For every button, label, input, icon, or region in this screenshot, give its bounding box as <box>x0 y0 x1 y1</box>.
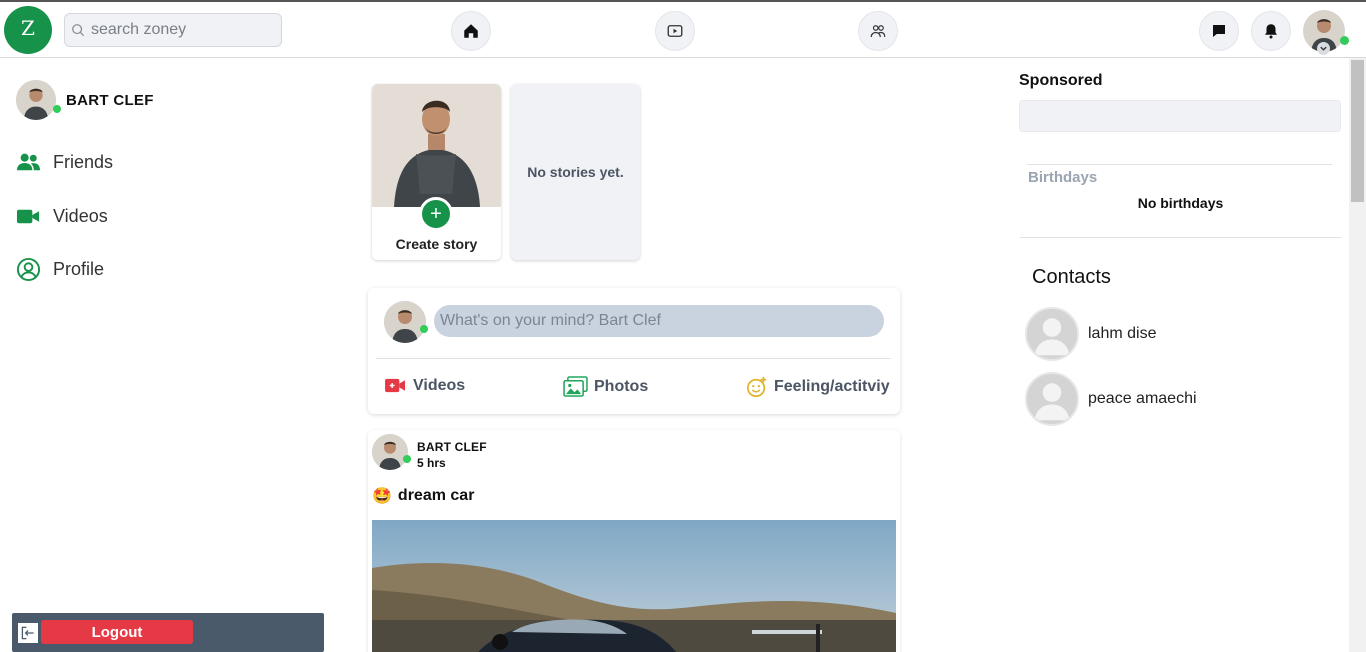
video-icon <box>667 25 683 37</box>
live-video-button[interactable]: Videos <box>384 376 465 395</box>
contact-name: lahm dise <box>1088 325 1157 342</box>
post-text: 🤩 dream car <box>372 486 474 506</box>
post-time: 5 hrs <box>417 456 446 470</box>
logout-button[interactable]: Logout <box>41 620 193 644</box>
sidebar-item-label: Videos <box>53 206 108 226</box>
story-photo <box>372 84 501 207</box>
car-photo <box>372 520 896 652</box>
create-story-label: Create story <box>395 236 478 252</box>
empty-stories-card: No stories yet. <box>511 84 640 260</box>
notifications-button[interactable] <box>1251 11 1291 51</box>
live-video-label: Videos <box>413 376 466 394</box>
live-video-icon <box>385 378 405 393</box>
logout-icon[interactable] <box>18 623 38 643</box>
man-sweater-photo <box>16 80 56 120</box>
create-story-card[interactable]: + Create story <box>372 84 501 260</box>
contacts-title: Contacts <box>1032 266 1111 288</box>
divider <box>376 358 891 359</box>
feeling-label: Feeling/actitviy <box>774 378 890 395</box>
sidebar-item-friends[interactable]: Friends <box>16 150 113 175</box>
sidebar-user-name: BART CLEF <box>66 91 154 109</box>
logout-bar: Logout <box>12 613 324 652</box>
messenger-icon <box>1213 25 1225 37</box>
photos-label: Photos <box>594 377 649 395</box>
sponsored-placeholder <box>1019 100 1341 132</box>
sidebar-item-videos[interactable]: Videos <box>16 204 108 229</box>
post-author[interactable]: BART CLEF <box>417 440 487 454</box>
feed-post: BART CLEF 5 hrs 🤩 dream car <box>368 430 900 652</box>
nav-home-button[interactable] <box>451 11 491 51</box>
online-indicator <box>403 455 411 463</box>
nav-groups-button[interactable] <box>858 11 898 51</box>
divider <box>1027 164 1332 165</box>
star-struck-emoji-icon: 🤩 <box>372 488 392 505</box>
contact-item[interactable]: peace amaechi <box>1025 372 1197 426</box>
online-indicator <box>1340 36 1349 45</box>
profile-icon <box>16 257 41 282</box>
zoney-logo[interactable]: Z <box>4 6 52 54</box>
sidebar-item-profile[interactable]: Profile <box>16 257 104 282</box>
avatar[interactable] <box>372 434 408 470</box>
birthdays-title: Birthdays <box>1028 169 1098 186</box>
post-composer: Videos Photos Feeling/actitviy <box>368 288 900 414</box>
avatar <box>384 301 426 343</box>
groups-icon <box>870 25 886 38</box>
no-birthdays-text: No birthdays <box>1137 195 1224 211</box>
search-box[interactable] <box>64 13 282 47</box>
search-icon <box>72 24 85 37</box>
friends-icon <box>16 153 41 171</box>
man-sweater-photo <box>372 84 501 207</box>
divider <box>1020 237 1341 238</box>
scrollbar-thumb[interactable] <box>1351 60 1364 202</box>
status-input[interactable] <box>434 305 884 337</box>
contact-item[interactable]: lahm dise <box>1025 307 1156 361</box>
post-caption: dream car <box>397 487 475 504</box>
sidebar-user[interactable]: BART CLEF <box>16 80 154 120</box>
contact-name: peace amaechi <box>1088 390 1197 407</box>
account-menu-chevron[interactable] <box>1317 42 1330 55</box>
video-camera-icon <box>16 209 40 224</box>
search-input[interactable] <box>91 21 271 39</box>
default-avatar-icon <box>1025 372 1079 426</box>
man-sweater-photo <box>372 434 408 470</box>
sidebar-item-label: Profile <box>53 259 105 279</box>
messenger-button[interactable] <box>1199 11 1239 51</box>
feeling-activity-button[interactable]: Feeling/actitviy <box>746 376 890 398</box>
man-sweater-photo <box>384 301 426 343</box>
page-scrollbar[interactable] <box>1349 58 1366 652</box>
post-image[interactable] <box>372 520 896 652</box>
default-avatar-icon <box>1025 307 1079 361</box>
online-indicator <box>53 105 61 113</box>
sidebar-item-label: Friends <box>53 152 114 172</box>
bell-icon <box>1265 24 1277 39</box>
home-icon <box>464 24 478 38</box>
avatar <box>16 80 56 120</box>
photos-icon <box>563 376 588 397</box>
add-story-button[interactable]: + <box>419 197 453 231</box>
chevron-down-icon <box>1320 46 1327 51</box>
feeling-icon <box>747 376 767 397</box>
no-stories-text: No stories yet. <box>527 164 624 180</box>
sponsored-title: Sponsored <box>1019 72 1103 89</box>
online-indicator <box>420 325 428 333</box>
top-bar: Z <box>0 2 1366 58</box>
photos-button[interactable]: Photos <box>563 376 648 397</box>
nav-watch-button[interactable] <box>655 11 695 51</box>
logo-letter: Z <box>21 16 35 40</box>
